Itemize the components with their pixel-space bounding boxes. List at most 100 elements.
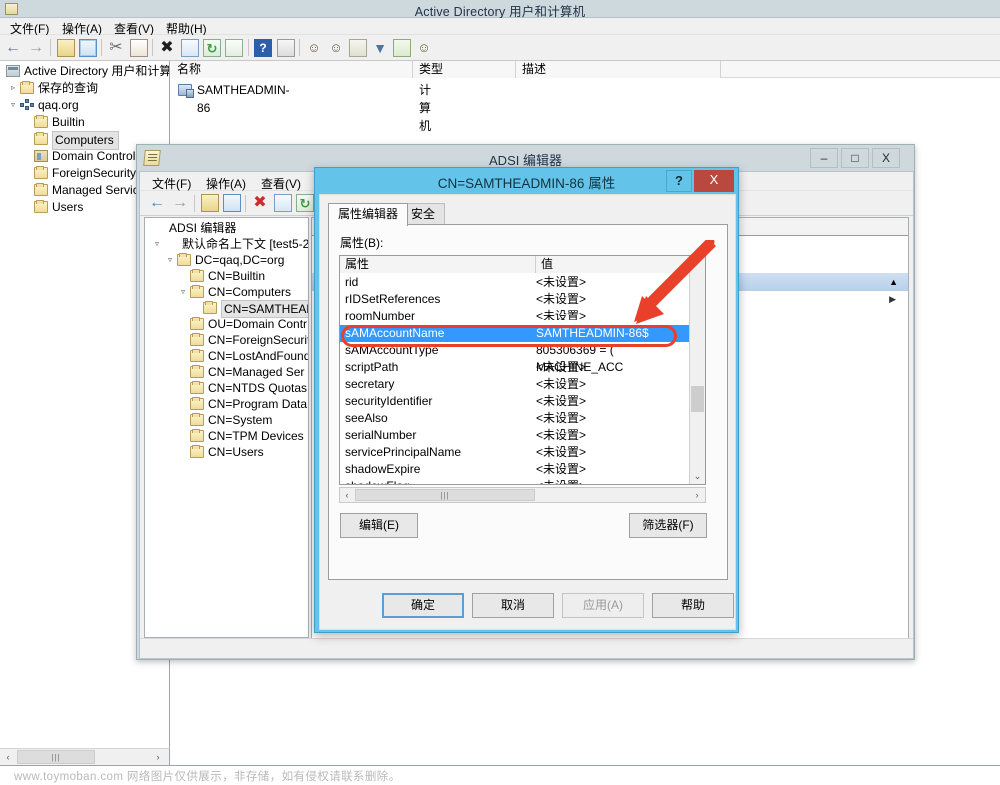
up-one-level-icon[interactable]	[57, 39, 75, 57]
attribute-row[interactable]: securityIdentifier <未设置>	[340, 393, 690, 410]
attribute-name: sAMAccountType	[345, 343, 439, 357]
attributes-list-header: 属性 值	[340, 256, 690, 273]
adsi-tree-cn-samtheadmin[interactable]: CN=SAMTHEAD	[145, 300, 308, 318]
attribute-row[interactable]: rid <未设置>	[340, 274, 690, 291]
attribute-row[interactable]: servicePrincipalName <未设置>	[340, 444, 690, 461]
paste-icon[interactable]	[130, 39, 148, 57]
show-hide-console-tree-icon[interactable]	[79, 39, 97, 57]
adsi-tree-ou-domain-controllers[interactable]: OU=Domain Contr	[145, 316, 308, 332]
adsi-delete-icon[interactable]: ✖	[251, 194, 269, 212]
export-list-icon[interactable]	[225, 39, 243, 57]
adsi-tree-cn-ntds-quotas[interactable]: CN=NTDS Quotas	[145, 380, 308, 396]
adsi-console-tree[interactable]: ADSI 编辑器 ▿ 默认命名上下文 [test5-201 ▿ DC=qaq,DC=or…	[144, 217, 309, 638]
vscroll-up-button[interactable]: ⌃	[690, 256, 705, 272]
adsi-tree-dc-qaq-org[interactable]: ▿ DC=qaq,DC=org	[145, 252, 308, 268]
tree-twisty[interactable]: ▿	[178, 284, 188, 300]
help-button[interactable]: 帮助	[652, 593, 734, 618]
adsi-tree-cn-system[interactable]: CN=System	[145, 412, 308, 428]
main-tree-hscrollbar[interactable]: ‹ ||| ›	[0, 748, 170, 765]
main-tree-hscroll-right[interactable]: ›	[150, 749, 166, 765]
adsi-up-one-level-icon[interactable]	[201, 194, 219, 212]
vscroll-down-button[interactable]: ⌄	[690, 468, 705, 484]
adsi-forward-icon[interactable]: →	[171, 194, 189, 212]
attribute-row[interactable]: rIDSetReferences <未设置>	[340, 291, 690, 308]
adsi-tree-cn-lostandfound[interactable]: CN=LostAndFound	[145, 348, 308, 364]
attributes-hscrollbar[interactable]: ‹ ||| ›	[339, 487, 706, 503]
attribute-row[interactable]: secretary <未设置>	[340, 376, 690, 393]
cut-icon[interactable]: ✂	[107, 39, 125, 57]
new-ou-icon[interactable]	[349, 39, 367, 57]
adsi-tree-root[interactable]: ADSI 编辑器	[145, 220, 308, 236]
tree-item-label: Domain Controll	[52, 149, 139, 163]
refresh-icon[interactable]: ↻	[203, 39, 221, 57]
tree-item-builtin[interactable]: Builtin	[0, 114, 169, 131]
attributes-hscroll-left[interactable]: ‹	[340, 488, 354, 502]
tree-twisty[interactable]: ▿	[152, 236, 162, 252]
tree-item-aduc-root[interactable]: Active Directory 用户和计算机	[0, 63, 169, 80]
adsi-tree-cn-managed-service-accounts[interactable]: CN=Managed Ser	[145, 364, 308, 380]
adsi-tree-cn-foreignsecurityprincipals[interactable]: CN=ForeignSecurit	[145, 332, 308, 348]
show-run-icon[interactable]	[277, 39, 295, 57]
ok-button[interactable]: 确定	[382, 593, 464, 618]
attribute-row[interactable]: shadowExpire <未设置>	[340, 461, 690, 478]
adsi-tree-default-naming-context[interactable]: ▿ 默认命名上下文 [test5-201	[145, 236, 308, 252]
col-description[interactable]: 描述	[516, 61, 721, 78]
main-tree-hscroll-left[interactable]: ‹	[0, 749, 16, 765]
delete-icon[interactable]: ✖	[158, 39, 176, 57]
attribute-row[interactable]: serialNumber <未设置>	[340, 427, 690, 444]
cancel-button[interactable]: 取消	[472, 593, 554, 618]
dialog-help-button[interactable]: ?	[666, 170, 692, 192]
saved-query-icon[interactable]: ☺	[415, 39, 433, 57]
adsi-back-icon[interactable]: ←	[148, 194, 166, 212]
tree-twisty[interactable]: ▹	[8, 80, 18, 96]
filter-icon[interactable]: ▼	[371, 39, 389, 57]
back-icon[interactable]: ←	[4, 39, 22, 57]
sort-ascending-icon[interactable]: ▲	[889, 273, 898, 291]
properties-dialog[interactable]: CN=SAMTHEADMIN-86 属性 ? X 属性编辑器 安全 属性(B):…	[314, 167, 739, 633]
tree-twisty[interactable]: ▿	[165, 252, 175, 268]
attributes-hscroll-right[interactable]: ›	[690, 488, 704, 502]
tree-twisty[interactable]: ▿	[8, 97, 18, 113]
adsi-tree-cn-builtin[interactable]: CN=Builtin	[145, 268, 308, 284]
adsi-refresh-icon[interactable]: ↻	[296, 194, 314, 212]
find-icon[interactable]	[393, 39, 411, 57]
vscroll-thumb[interactable]	[691, 386, 704, 412]
col-attribute[interactable]: 属性	[340, 256, 536, 273]
col-type[interactable]: 类型	[413, 61, 516, 78]
adsi-close-button[interactable]: X	[872, 148, 900, 168]
adsi-show-hide-tree-icon[interactable]	[223, 194, 241, 212]
tree-item-label: DC=qaq,DC=org	[195, 253, 285, 267]
adsi-tree-cn-users[interactable]: CN=Users	[145, 444, 308, 460]
new-group-icon[interactable]: ☺	[327, 39, 345, 57]
help-icon[interactable]: ?	[254, 39, 272, 57]
forward-icon[interactable]: →	[27, 39, 45, 57]
attributes-hscroll-thumb[interactable]: |||	[355, 489, 535, 501]
attributes-listbox[interactable]: 属性 值 rid <未设置> rIDSetReferences <未设置> roomNu…	[339, 255, 706, 485]
adsi-tree-cn-program-data[interactable]: CN=Program Data	[145, 396, 308, 412]
adsi-tree-cn-tpm-devices[interactable]: CN=TPM Devices	[145, 428, 308, 444]
tab-attribute-editor[interactable]: 属性编辑器	[328, 203, 409, 226]
row-cell-name: SAMTHEADMIN-86	[197, 83, 290, 115]
main-tree-hscroll-thumb[interactable]: |||	[17, 750, 95, 764]
attribute-row[interactable]: shadowFlag <未设置>	[340, 478, 690, 484]
tree-item-qaq-org[interactable]: ▿ qaq.org	[0, 97, 169, 114]
attribute-row-selected[interactable]: sAMAccountName SAMTHEADMIN-86$	[340, 325, 690, 342]
attribute-row[interactable]: scriptPath <未设置>	[340, 359, 690, 376]
tree-item-saved-queries[interactable]: ▹ 保存的查询	[0, 80, 169, 97]
adsi-properties-icon[interactable]	[274, 194, 292, 212]
adsi-tree-cn-computers[interactable]: ▿ CN=Computers	[145, 284, 308, 300]
adsi-maximize-button[interactable]: □	[841, 148, 869, 168]
filter-button[interactable]: 筛选器(F)	[629, 513, 707, 538]
new-user-icon[interactable]: ☺	[305, 39, 323, 57]
attribute-row[interactable]: roomNumber <未设置>	[340, 308, 690, 320]
adsi-minimize-button[interactable]: –	[810, 148, 838, 168]
attribute-row[interactable]: sAMAccountType 805306369 = ( MACHINE_ACC	[340, 342, 690, 374]
col-value[interactable]: 值	[536, 256, 690, 273]
dialog-close-button[interactable]: X	[694, 170, 734, 192]
properties-icon[interactable]	[181, 39, 199, 57]
attributes-vscrollbar[interactable]: ⌃ ⌄	[689, 256, 705, 484]
col-name[interactable]: 名称	[171, 61, 413, 78]
edit-button[interactable]: 编辑(E)	[340, 513, 418, 538]
expand-chevron-icon[interactable]: ▶	[889, 294, 896, 305]
attribute-row[interactable]: seeAlso <未设置>	[340, 410, 690, 427]
